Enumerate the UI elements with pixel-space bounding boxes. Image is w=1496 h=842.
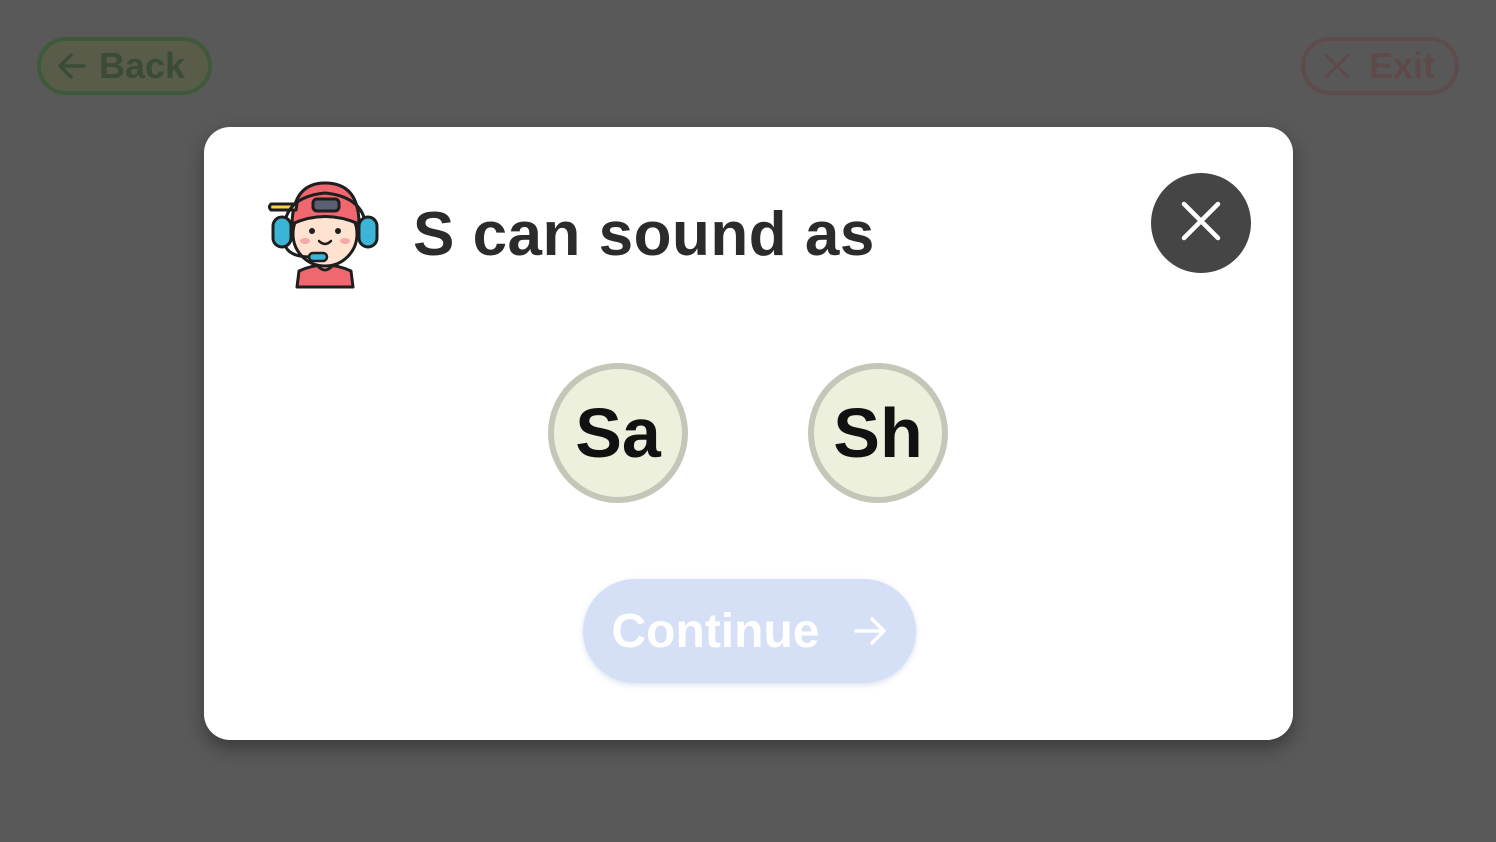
continue-button[interactable]: Continue [583,579,916,683]
arrow-right-icon [853,614,887,648]
close-icon [1323,52,1351,80]
back-button[interactable]: Back [37,37,212,95]
back-button-label: Back [99,45,186,86]
continue-button-label: Continue [611,604,820,658]
sound-dialog: S can sound as Sa Sh Continue [204,127,1293,740]
close-dialog-button[interactable] [1151,173,1251,273]
exit-button-label: Exit [1369,45,1436,86]
dialog-title: S can sound as [413,200,875,269]
sound-option-sa[interactable]: Sa [548,363,688,503]
sound-option-sh[interactable]: Sh [808,363,948,503]
kid-with-headset-icon [267,179,383,291]
arrow-left-icon [57,51,87,81]
close-icon [1181,201,1221,246]
exit-button[interactable]: Exit [1301,37,1459,95]
